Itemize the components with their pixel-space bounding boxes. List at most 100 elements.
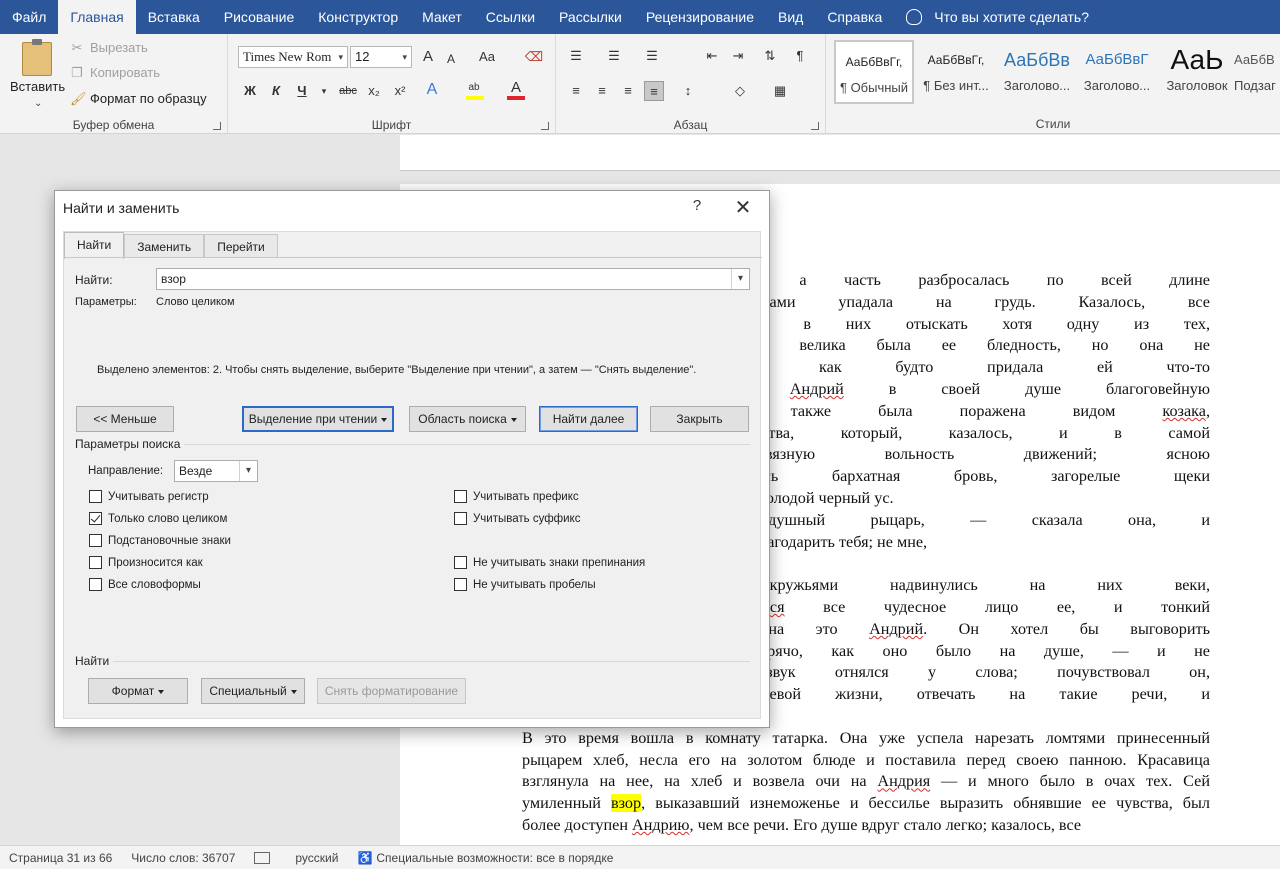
find-label: Найти: [75, 273, 113, 287]
dialog-launcher-icon[interactable] [811, 122, 819, 130]
paste-icon[interactable] [22, 39, 52, 76]
align-center-icon[interactable]: ≡ [592, 81, 612, 101]
clear-formatting-button[interactable]: Снять форматирование [317, 678, 466, 704]
less-button[interactable]: << Меньше [76, 406, 174, 432]
proofing-status[interactable] [254, 851, 276, 864]
borders-icon[interactable]: ▦ [770, 81, 790, 101]
chevron-down-icon[interactable]: ▾ [731, 269, 749, 289]
style-no-spacing[interactable]: АаБбВвГг, ¶ Без инт... [916, 40, 996, 104]
menu-review[interactable]: Рецензирование [634, 0, 766, 34]
bold-button[interactable]: Ж [240, 81, 260, 101]
menu-insert[interactable]: Вставка [136, 0, 212, 34]
checkbox-match-prefix[interactable]: Учитывать префикс [454, 490, 579, 503]
checkbox-whole-word[interactable]: Только слово целиком [89, 512, 227, 525]
chevron-down-icon[interactable]: ▾ [314, 81, 334, 101]
help-button[interactable]: ? [687, 197, 707, 214]
italic-button[interactable]: К [266, 81, 286, 101]
document-line[interactable]: умиленный взор, выказавший изнеможенье и… [522, 793, 1210, 815]
document-line[interactable]: В это время вошла в комнату татарка. Она… [522, 728, 1210, 750]
accessibility-status[interactable]: ♿ Специальные возможности: все в порядке [357, 851, 613, 865]
text-effects-icon[interactable]: A [422, 80, 442, 100]
spelling-mark: козака [1162, 401, 1206, 420]
checkbox-ignore-whitespace[interactable]: Не учитывать пробелы [454, 578, 596, 591]
language-indicator[interactable]: русский [295, 851, 338, 865]
subscript-button[interactable]: x₂ [364, 81, 384, 101]
selection-info-text: Выделено элементов: 2. Чтобы снять выдел… [97, 364, 697, 376]
checkbox-label: Учитывать суффикс [473, 512, 581, 525]
special-button[interactable]: Специальный [201, 678, 305, 704]
clear-formatting-icon[interactable]: ⌫ [524, 47, 544, 67]
search-area-button[interactable]: Область поиска [409, 406, 526, 432]
style-title[interactable]: АаЬ Заголовок [1157, 40, 1237, 104]
copy-button[interactable]: ❐ Копировать [70, 65, 160, 80]
multilevel-list-icon[interactable]: ☰ [642, 46, 662, 66]
bullets-icon[interactable]: ☰ [566, 46, 586, 66]
checkbox-match-suffix[interactable]: Учитывать суффикс [454, 512, 580, 525]
close-button[interactable]: Закрыть [650, 406, 749, 432]
menu-layout[interactable]: Макет [410, 0, 474, 34]
direction-select[interactable]: Везде ▾ [174, 460, 258, 482]
reading-highlight-button[interactable]: Выделение при чтении [242, 406, 394, 432]
tell-me-search[interactable]: Что вы хотите сделать? [906, 9, 1089, 25]
highlight-icon[interactable]: ab [464, 78, 484, 98]
numbering-icon[interactable]: ☰ [604, 46, 624, 66]
paste-button[interactable]: Вставить [10, 79, 65, 94]
menu-view[interactable]: Вид [766, 0, 815, 34]
show-marks-icon[interactable]: ¶ [790, 46, 810, 66]
special-label: Специальный [209, 684, 287, 698]
superscript-button[interactable]: x² [390, 81, 410, 101]
increase-indent-icon[interactable]: ⇥ [728, 46, 748, 66]
brush-icon: 🖌 [70, 90, 87, 106]
dialog-launcher-icon[interactable] [541, 122, 549, 130]
tab-replace[interactable]: Заменить [124, 234, 205, 258]
format-button[interactable]: Формат [88, 678, 188, 704]
chevron-down-icon[interactable]: ⌄ [34, 98, 42, 109]
font-name-combo[interactable]: Times New Rom ▾ [238, 46, 348, 68]
menu-mailings[interactable]: Рассылки [547, 0, 634, 34]
menu-home[interactable]: Главная [58, 0, 136, 34]
font-color-icon[interactable]: A [506, 78, 526, 98]
word-count[interactable]: Число слов: 36707 [131, 851, 235, 865]
decrease-indent-icon[interactable]: ⇤ [702, 46, 722, 66]
menu-draw[interactable]: Рисование [212, 0, 307, 34]
font-size-combo[interactable]: 12 ▾ [350, 46, 412, 68]
menu-help[interactable]: Справка [815, 0, 894, 34]
menu-design[interactable]: Конструктор [306, 0, 410, 34]
tab-goto[interactable]: Перейти [204, 234, 278, 258]
style-subtitle[interactable]: АаБбВ Подзаг [1234, 40, 1280, 104]
checkbox-wildcards[interactable]: Подстановочные знаки [89, 534, 231, 547]
style-heading-2[interactable]: АаБбВвГ Заголово... [1077, 40, 1157, 104]
strikethrough-button[interactable]: abc [336, 81, 360, 101]
tab-find[interactable]: Найти [64, 232, 125, 259]
style-normal[interactable]: АаБбВвГг, ¶ Обычный [834, 40, 914, 104]
align-left-icon[interactable]: ≡ [566, 81, 586, 101]
align-right-icon[interactable]: ≡ [618, 81, 638, 101]
cut-button[interactable]: ✂ Вырезать [70, 40, 148, 55]
menu-file[interactable]: Файл [0, 0, 58, 34]
format-painter-button[interactable]: 🖌 Формат по образцу [70, 91, 207, 106]
checkbox-all-word-forms[interactable]: Все словоформы [89, 578, 201, 591]
shading-icon[interactable]: ◇ [730, 81, 750, 101]
checkbox-ignore-punctuation[interactable]: Не учитывать знаки препинания [454, 556, 645, 569]
justify-icon[interactable]: ≡ [644, 81, 664, 101]
document-line[interactable]: более доступен Андрию, чем все речи. Его… [522, 815, 1210, 837]
grow-font-button[interactable]: A [418, 47, 438, 67]
find-next-button[interactable]: Найти далее [539, 406, 638, 432]
menu-references[interactable]: Ссылки [474, 0, 547, 34]
find-input[interactable]: взор ▾ [156, 268, 750, 290]
document-line[interactable]: взглянула на нее, на хлеб и возвела очи … [522, 771, 1210, 793]
sort-icon[interactable]: ⇅ [760, 46, 780, 66]
close-icon[interactable]: ✕ [731, 195, 755, 220]
format-painter-label: Формат по образцу [90, 91, 207, 106]
checkbox-match-case[interactable]: Учитывать регистр [89, 490, 209, 503]
underline-button[interactable]: Ч [292, 81, 312, 101]
status-bar: Страница 31 из 66 Число слов: 36707 русс… [0, 845, 1280, 869]
line-spacing-icon[interactable]: ↕ [678, 81, 698, 101]
page-count[interactable]: Страница 31 из 66 [9, 851, 112, 865]
style-heading-1[interactable]: АаБбВв Заголово... [997, 40, 1077, 104]
change-case-button[interactable]: Aa [474, 47, 500, 67]
document-line[interactable]: рыцарем хлеб, несла его на золотом блюде… [522, 750, 1210, 772]
shrink-font-button[interactable]: A [441, 49, 461, 69]
dialog-launcher-icon[interactable] [213, 122, 221, 130]
checkbox-sounds-like[interactable]: Произносится как [89, 556, 203, 569]
